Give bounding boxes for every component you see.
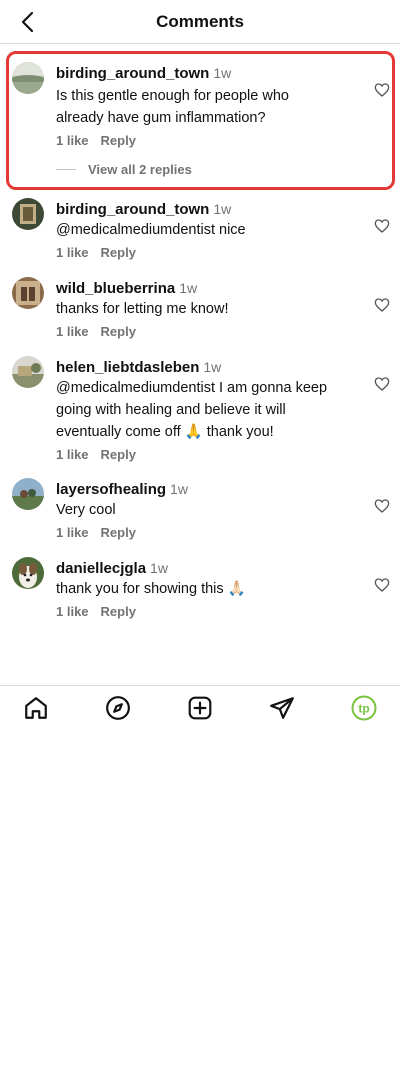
- heart-icon[interactable]: [374, 498, 390, 514]
- bottom-nav: tp: [0, 685, 400, 729]
- avatar[interactable]: [12, 356, 44, 388]
- comment-text-line: going with healing and believe it will: [56, 402, 286, 418]
- nav-home[interactable]: [22, 694, 50, 722]
- nav-profile[interactable]: tp: [350, 694, 378, 722]
- reply-button[interactable]: Reply: [101, 604, 136, 619]
- reply-button[interactable]: Reply: [101, 324, 136, 339]
- reply-button[interactable]: Reply: [101, 525, 136, 540]
- comment-time: 1w: [203, 359, 222, 375]
- comment-text-line: thank you for showing this 🙏🏻: [56, 581, 246, 597]
- nav-explore[interactable]: [104, 694, 132, 722]
- comment-username[interactable]: helen_liebtdasleben: [56, 359, 199, 376]
- like-count[interactable]: 1 like: [56, 604, 89, 619]
- comment-text-line: eventually come off 🙏 thank you!: [56, 424, 274, 440]
- comment-text-line: thanks for letting me know!: [56, 301, 229, 317]
- comment-time: 1w: [179, 280, 198, 296]
- page-title: Comments: [156, 12, 244, 31]
- send-icon: [270, 697, 294, 719]
- reply-button[interactable]: Reply: [101, 245, 136, 260]
- comment-username[interactable]: daniellecjgla: [56, 560, 146, 577]
- like-count[interactable]: 1 like: [56, 324, 89, 339]
- comment-username[interactable]: birding_around_town: [56, 201, 209, 218]
- like-count[interactable]: 1 like: [56, 447, 89, 462]
- profile-initials: tp: [358, 702, 369, 716]
- reply-button[interactable]: Reply: [101, 447, 136, 462]
- home-icon: [25, 697, 47, 719]
- like-count[interactable]: 1 like: [56, 525, 89, 540]
- comment-time: 1w: [213, 201, 232, 217]
- avatar[interactable]: [12, 277, 44, 309]
- explore-icon: [106, 696, 130, 720]
- nav-direct[interactable]: [268, 694, 296, 722]
- heart-icon[interactable]: [374, 297, 390, 313]
- profile-icon: tp: [351, 695, 377, 721]
- header: Comments: [0, 0, 400, 44]
- comment-text-line: @medicalmediumdentist nice: [56, 222, 246, 238]
- comment-username[interactable]: wild_blueberrina: [56, 280, 175, 297]
- comment-time: 1w: [170, 481, 188, 497]
- highlight-box: [6, 51, 395, 190]
- comment-username[interactable]: layersofhealing: [56, 481, 166, 498]
- nav-create[interactable]: [186, 694, 214, 722]
- avatar[interactable]: [12, 198, 44, 230]
- heart-icon[interactable]: [374, 577, 390, 593]
- avatar[interactable]: [12, 557, 44, 589]
- like-count[interactable]: 1 like: [56, 245, 89, 260]
- comment-text-line: @medicalmediumdentist I am gonna keep: [56, 380, 328, 396]
- heart-icon[interactable]: [374, 218, 390, 234]
- avatar[interactable]: [12, 478, 44, 510]
- create-icon: [188, 696, 212, 720]
- comment-time: 1w: [150, 560, 168, 576]
- heart-icon[interactable]: [374, 376, 390, 392]
- comment-text-line: Very cool: [56, 502, 116, 518]
